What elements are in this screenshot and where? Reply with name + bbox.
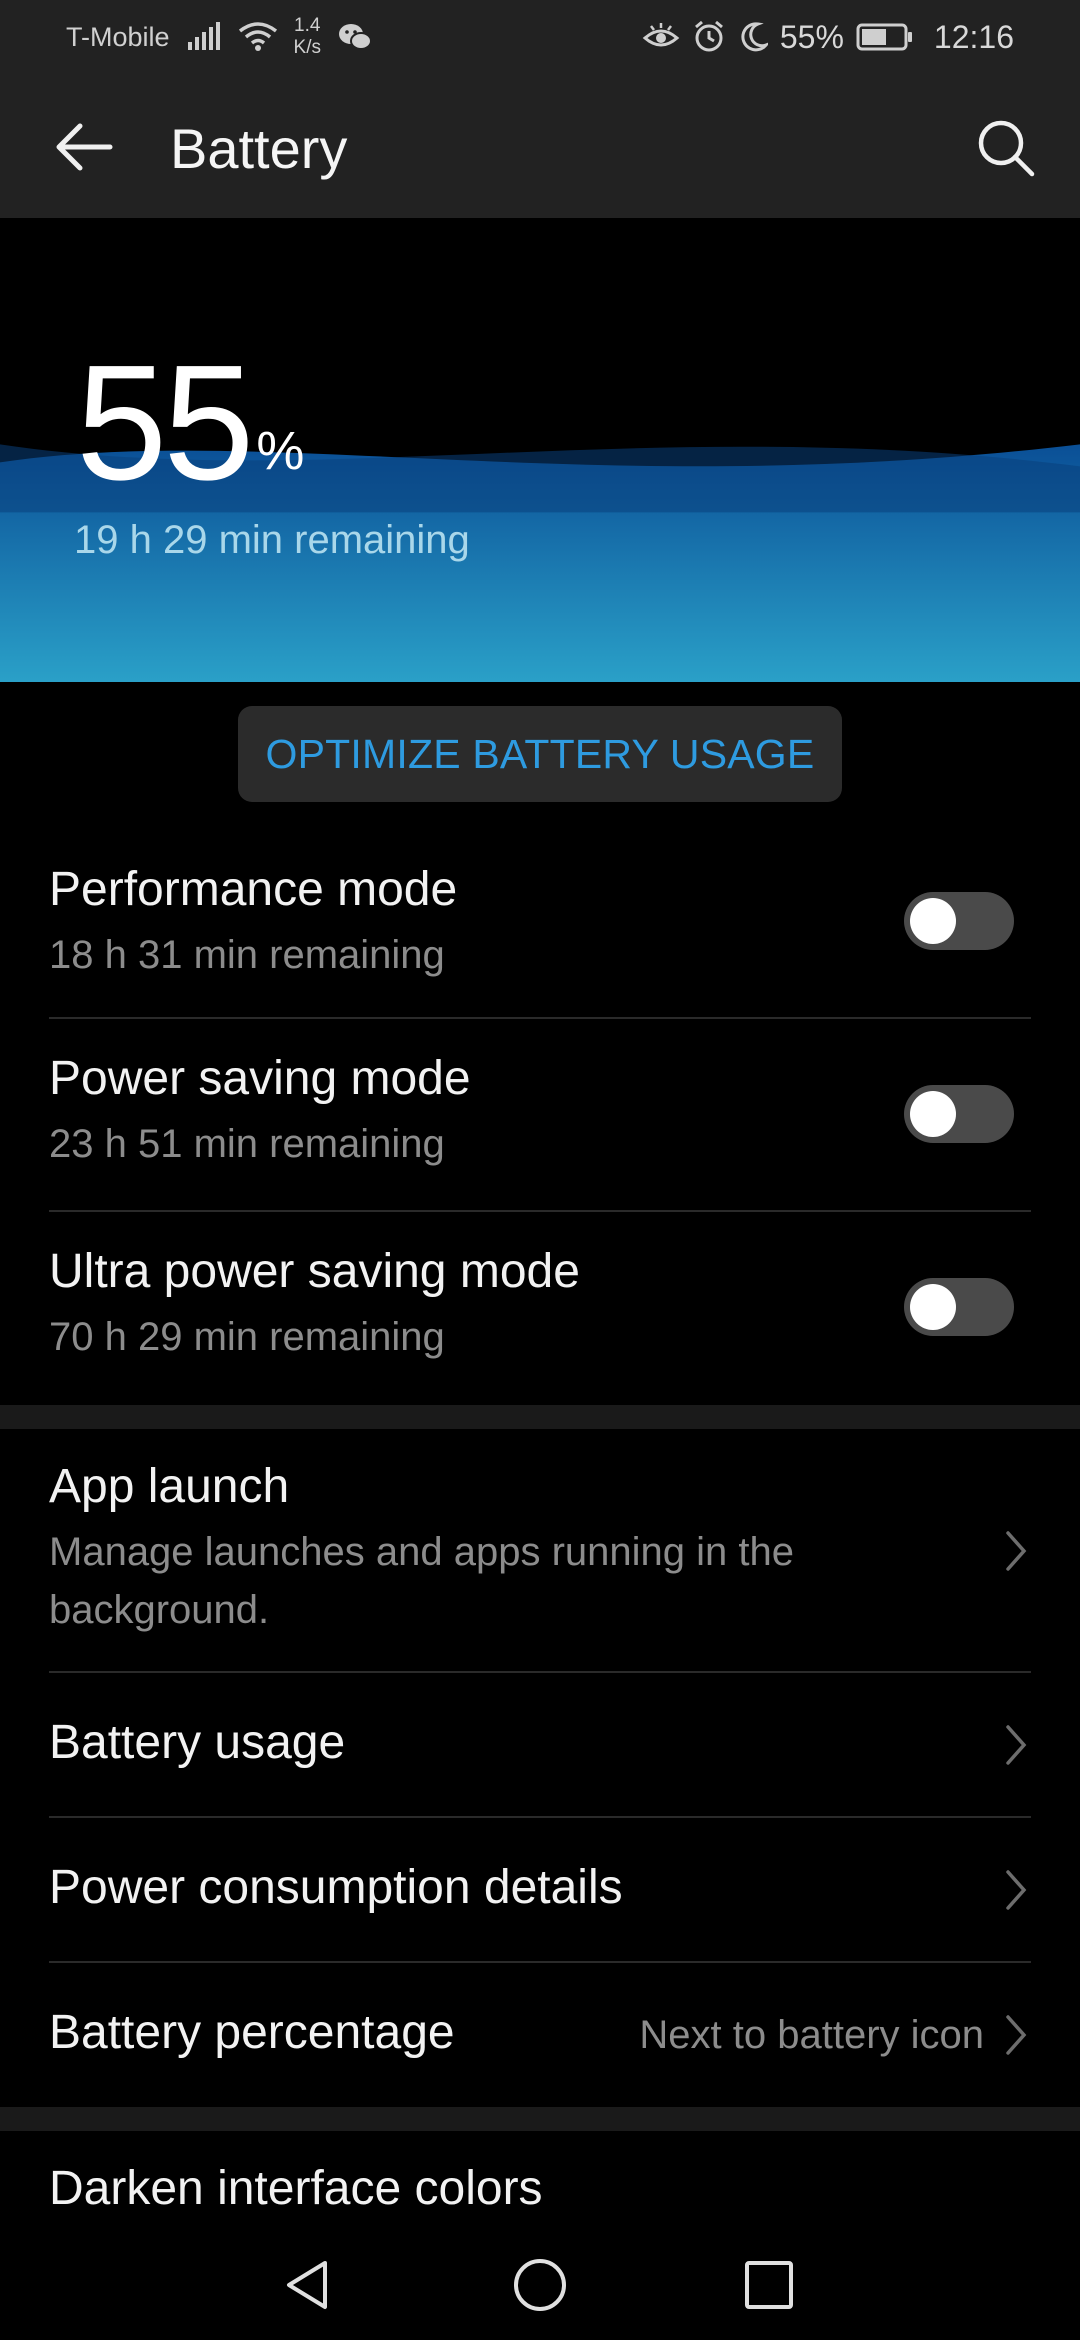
optimize-battery-button[interactable]: OPTIMIZE BATTERY USAGE (238, 706, 842, 802)
battery-usage-row[interactable]: Battery usage (0, 1673, 1080, 1817)
remaining-time: 19 h 29 min remaining (74, 518, 470, 562)
nav-recents-icon (745, 2261, 793, 2309)
app-launch-description-line2: background. (49, 1588, 270, 1632)
performance-mode-remaining: 18 h 31 min remaining (49, 933, 445, 977)
signal-icon (186, 22, 222, 52)
network-speed: 1.4 K/s (294, 15, 321, 59)
navigation-bar (0, 2224, 1080, 2340)
battery-usage-title: Battery usage (49, 1716, 346, 1769)
app-launch-title: App launch (49, 1460, 290, 1513)
wifi-icon (238, 21, 278, 53)
section-divider (0, 2107, 1080, 2131)
status-right: 55% 12:16 (642, 0, 1014, 74)
battery-percentage-value: Next to battery icon (639, 2013, 984, 2057)
toggle-knob (910, 1284, 956, 1330)
ultra-power-saving-mode-row[interactable]: Ultra power saving mode 70 h 29 min rema… (0, 1212, 1080, 1404)
carrier-label: T-Mobile (66, 21, 170, 52)
battery-icon (856, 22, 914, 52)
power-saving-mode-row[interactable]: Power saving mode 23 h 51 min remaining (0, 1019, 1080, 1211)
search-icon (976, 118, 1036, 178)
chevron-right-icon (1006, 1531, 1027, 1571)
nav-back-button[interactable] (272, 2250, 342, 2320)
darken-interface-colors-row[interactable]: Darken interface colors (0, 2131, 1080, 2224)
chevron-right-icon (1006, 2015, 1027, 2055)
app-launch-description-line1: Manage launches and apps running in the (49, 1530, 794, 1574)
app-bar: Battery (0, 74, 1080, 218)
battery-level: 55 % (76, 338, 304, 508)
performance-mode-toggle[interactable] (904, 892, 1014, 950)
power-consumption-details-row[interactable]: Power consumption details (0, 1818, 1080, 1962)
clock: 12:16 (933, 18, 1014, 55)
power-consumption-details-title: Power consumption details (49, 1861, 623, 1914)
moon-icon (738, 21, 768, 53)
battery-hero: 55 % 19 h 29 min remaining (0, 218, 1080, 682)
nav-recents-button[interactable] (734, 2250, 804, 2320)
power-saving-mode-toggle[interactable] (904, 1085, 1014, 1143)
toggle-knob (910, 898, 956, 944)
battery-percent-label: 55% (779, 18, 844, 55)
page-title: Battery (170, 117, 348, 180)
chevron-right-icon (1006, 1870, 1027, 1910)
performance-mode-row[interactable]: Performance mode 18 h 31 min remaining (0, 840, 1080, 1018)
back-button[interactable] (40, 112, 128, 182)
battery-level-percent: % (256, 421, 305, 481)
section-divider (0, 1405, 1080, 1429)
battery-percentage-row[interactable]: Battery percentage Next to battery icon (0, 1963, 1080, 2107)
nav-home-button[interactable] (505, 2250, 575, 2320)
battery-percentage-title: Battery percentage (49, 2006, 455, 2059)
wechat-icon (337, 22, 373, 52)
search-button[interactable] (968, 110, 1044, 186)
status-left: T-Mobile 1.4 K/s (66, 0, 373, 74)
toggle-knob (910, 1091, 956, 1137)
app-launch-row[interactable]: App launch Manage launches and apps runn… (0, 1429, 1080, 1671)
eye-comfort-icon (642, 22, 680, 52)
nav-back-icon (287, 2261, 327, 2309)
battery-level-number: 55 (76, 331, 254, 514)
ultra-power-saving-mode-toggle[interactable] (904, 1278, 1014, 1336)
power-saving-mode-title: Power saving mode (49, 1052, 471, 1105)
nav-home-icon (514, 2259, 566, 2311)
darken-interface-colors-title: Darken interface colors (49, 2162, 543, 2215)
alarm-icon (692, 20, 726, 54)
chevron-right-icon (1006, 1725, 1027, 1765)
arrow-left-icon (54, 122, 114, 172)
app-launch-description: Manage launches and apps running in the … (49, 1523, 794, 1639)
performance-mode-title: Performance mode (49, 863, 458, 916)
ultra-power-saving-mode-remaining: 70 h 29 min remaining (49, 1315, 445, 1359)
network-speed-value: 1.4 (294, 15, 321, 36)
network-speed-unit: K/s (293, 37, 321, 58)
status-bar: T-Mobile 1.4 K/s 55% 12:16 (0, 0, 1080, 74)
ultra-power-saving-mode-title: Ultra power saving mode (49, 1245, 580, 1298)
power-saving-mode-remaining: 23 h 51 min remaining (49, 1122, 445, 1166)
